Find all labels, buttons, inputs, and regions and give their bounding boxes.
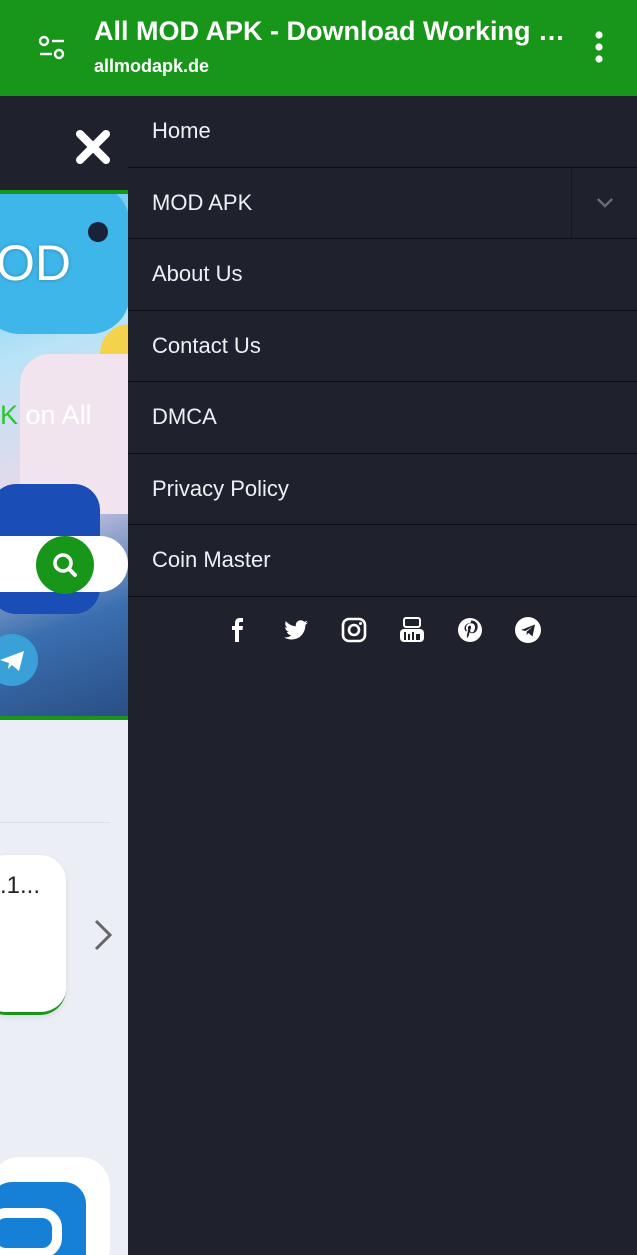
content-area: .1... [0, 720, 128, 1255]
hero-subheading-text: on All [18, 400, 92, 430]
hero-heading: OD [0, 235, 71, 291]
menu-item-about-us[interactable]: About Us [128, 239, 637, 311]
close-menu-icon[interactable] [72, 126, 114, 168]
browser-toolbar: All MOD APK - Download Working MOD APK o… [0, 0, 637, 96]
facebook-icon[interactable] [224, 616, 252, 644]
nav-drawer: Home MOD APK About Us Contact Us DMCA Pr… [128, 96, 637, 1255]
menu-item-privacy-policy[interactable]: Privacy Policy [128, 454, 637, 525]
pinterest-icon[interactable] [456, 616, 484, 644]
social-links [128, 616, 637, 656]
menu-item-label: Coin Master [152, 547, 271, 573]
page-url[interactable]: allmodapk.de [94, 56, 209, 77]
menu-item-dmca[interactable]: DMCA [128, 382, 637, 454]
menu-item-mod-apk[interactable]: MOD APK [128, 167, 637, 239]
youtube-icon[interactable] [398, 616, 426, 644]
telegram-icon[interactable] [514, 616, 542, 644]
hero-subheading: K on All [0, 400, 92, 431]
hero-subheading-accent: K [0, 400, 19, 430]
page-title[interactable]: All MOD APK - Download Working MOD APK o… [94, 16, 569, 47]
menu-item-label: Contact Us [152, 332, 261, 358]
search-icon [53, 553, 77, 577]
menu-item-label: DMCA [152, 404, 217, 430]
chevron-right-icon[interactable] [90, 915, 116, 955]
search-button[interactable] [36, 536, 94, 594]
menu-item-coin-master[interactable]: Coin Master [128, 525, 637, 597]
menu-item-contact-us[interactable]: Contact Us [128, 311, 637, 382]
menu-item-label: Home [152, 118, 211, 144]
menu-item-label: Privacy Policy [152, 475, 289, 501]
app-card-version: .1... [0, 872, 41, 899]
chevron-down-icon[interactable] [571, 167, 637, 238]
background-page: OD K on All .1... [0, 96, 128, 1255]
twitter-icon[interactable] [282, 616, 310, 644]
menu-item-label: MOD APK [152, 189, 253, 215]
menu-item-home[interactable]: Home [128, 96, 637, 168]
divider [0, 822, 110, 823]
more-options-icon[interactable] [584, 30, 614, 64]
hero-banner: OD K on All [0, 190, 128, 720]
menu-item-label: About Us [152, 261, 243, 287]
telegram-icon[interactable] [0, 634, 38, 686]
hero-artwork [88, 222, 108, 242]
app-icon-glyph [0, 1208, 62, 1255]
instagram-icon[interactable] [340, 616, 368, 644]
site-settings-icon[interactable] [36, 32, 68, 64]
